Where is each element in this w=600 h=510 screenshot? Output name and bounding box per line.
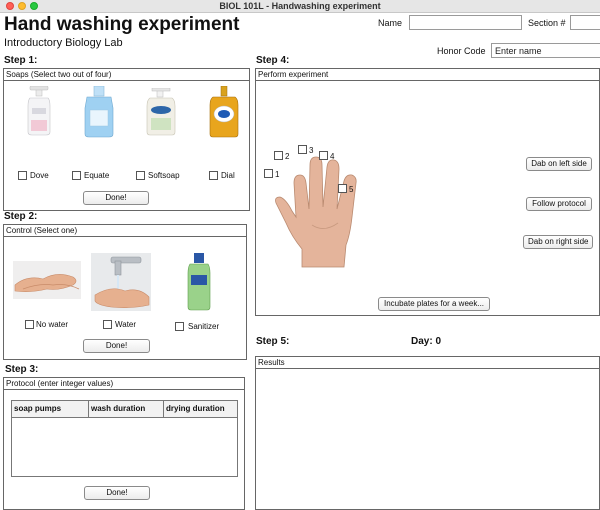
finger-2-label: 2	[285, 152, 290, 161]
softsoap-label: Softsoap	[148, 171, 180, 180]
water-label: Water	[115, 320, 137, 329]
finger-1-checkbox[interactable]	[264, 169, 273, 178]
page-title: Hand washing experiment	[4, 14, 240, 35]
name-label: Name	[378, 18, 403, 28]
equate-soap-image	[84, 86, 114, 138]
water-image	[91, 253, 151, 311]
dial-label: Dial	[221, 171, 235, 180]
dial-soap-image	[209, 86, 239, 138]
step5-heading: Step 5:	[256, 336, 290, 347]
sanitizer-checkbox[interactable]	[175, 322, 184, 331]
incubate-plates-button[interactable]: Incubate plates for a week...	[378, 297, 490, 311]
section-field[interactable]	[570, 15, 600, 30]
equate-label: Equate	[84, 171, 110, 180]
water-checkbox[interactable]	[103, 320, 112, 329]
protocol-panel: Protocol (enter integer values) soap pum…	[3, 377, 245, 510]
finger-4-label: 4	[330, 152, 335, 161]
control-panel: Control (Select one) No water Water Sani…	[3, 224, 247, 360]
sanitizer-label: Sanitizer	[188, 322, 220, 331]
step1-heading: Step 1:	[4, 55, 38, 66]
dab-right-side-button[interactable]: Dab on right side	[523, 235, 593, 249]
finger-3-label: 3	[309, 146, 314, 155]
finger-4-checkbox[interactable]	[319, 151, 328, 160]
no-water-checkbox[interactable]	[25, 320, 34, 329]
protocol-table[interactable]: soap pumps wash duration drying duration	[11, 400, 238, 477]
step3-done-button[interactable]: Done!	[84, 486, 150, 500]
finger-2-checkbox[interactable]	[274, 151, 283, 160]
finger-5-checkbox[interactable]	[338, 184, 347, 193]
finger-5-label: 5	[349, 185, 354, 194]
soaps-panel: Soaps (Select two out of four) Dove Equa…	[3, 68, 250, 211]
results-panel: Results	[255, 356, 600, 510]
dove-soap-image	[27, 86, 51, 136]
section-label: Section #	[528, 18, 566, 28]
soaps-panel-title: Soaps (Select two out of four)	[4, 69, 249, 81]
softsoap-checkbox[interactable]	[136, 171, 145, 180]
finger-1-label: 1	[275, 170, 280, 179]
protocol-panel-title: Protocol (enter integer values)	[4, 378, 244, 390]
honor-code-label: Honor Code	[437, 46, 486, 56]
day-counter: Day: 0	[411, 336, 442, 347]
dove-checkbox[interactable]	[18, 171, 27, 180]
window-titlebar: BIOL 101L - Handwashing experiment	[0, 0, 600, 13]
dove-label: Dove	[30, 171, 49, 180]
no-water-image	[13, 261, 81, 299]
experiment-panel-title: Perform experiment	[256, 69, 599, 81]
page-subtitle: Introductory Biology Lab	[4, 37, 123, 49]
control-panel-title: Control (Select one)	[4, 225, 246, 237]
follow-protocol-button[interactable]: Follow protocol	[526, 197, 592, 211]
name-field[interactable]	[409, 15, 522, 30]
wash-duration-column-header: wash duration	[89, 401, 164, 417]
dial-checkbox[interactable]	[209, 171, 218, 180]
softsoap-image	[146, 88, 176, 136]
drying-duration-column-header: drying duration	[166, 404, 225, 413]
no-water-label: No water	[36, 320, 69, 329]
step1-done-button[interactable]: Done!	[83, 191, 149, 205]
dab-left-side-button[interactable]: Dab on left side	[526, 157, 592, 171]
experiment-panel: Perform experiment 1 2 3 4 5 Dab on left…	[255, 68, 600, 316]
honor-code-field[interactable]	[491, 43, 600, 58]
window-title: BIOL 101L - Handwashing experiment	[219, 1, 381, 11]
soap-pumps-column-header: soap pumps	[12, 401, 89, 417]
step3-heading: Step 3:	[5, 364, 39, 375]
results-panel-title: Results	[256, 357, 599, 369]
finger-3-checkbox[interactable]	[298, 145, 307, 154]
hand-image	[275, 156, 357, 268]
step2-done-button[interactable]: Done!	[83, 339, 150, 353]
step2-heading: Step 2:	[4, 211, 38, 222]
sanitizer-image	[187, 253, 211, 311]
step4-heading: Step 4:	[256, 55, 290, 66]
equate-checkbox[interactable]	[72, 171, 81, 180]
